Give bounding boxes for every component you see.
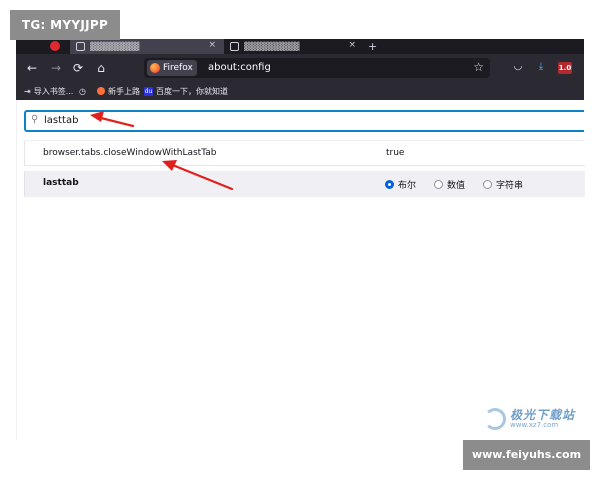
arrow-to-pref bbox=[162, 160, 234, 191]
arrow-to-search bbox=[90, 111, 135, 128]
watermark-logo-url: www.xz7.com bbox=[510, 421, 559, 429]
watermark-bottom-right: www.feiyuhs.com bbox=[463, 440, 590, 470]
watermark-logo: 极光下载站 www.xz7.com bbox=[484, 406, 580, 432]
swirl-logo-icon bbox=[484, 408, 506, 430]
watermark-top-left: TG: MYYJJPP bbox=[10, 10, 120, 40]
